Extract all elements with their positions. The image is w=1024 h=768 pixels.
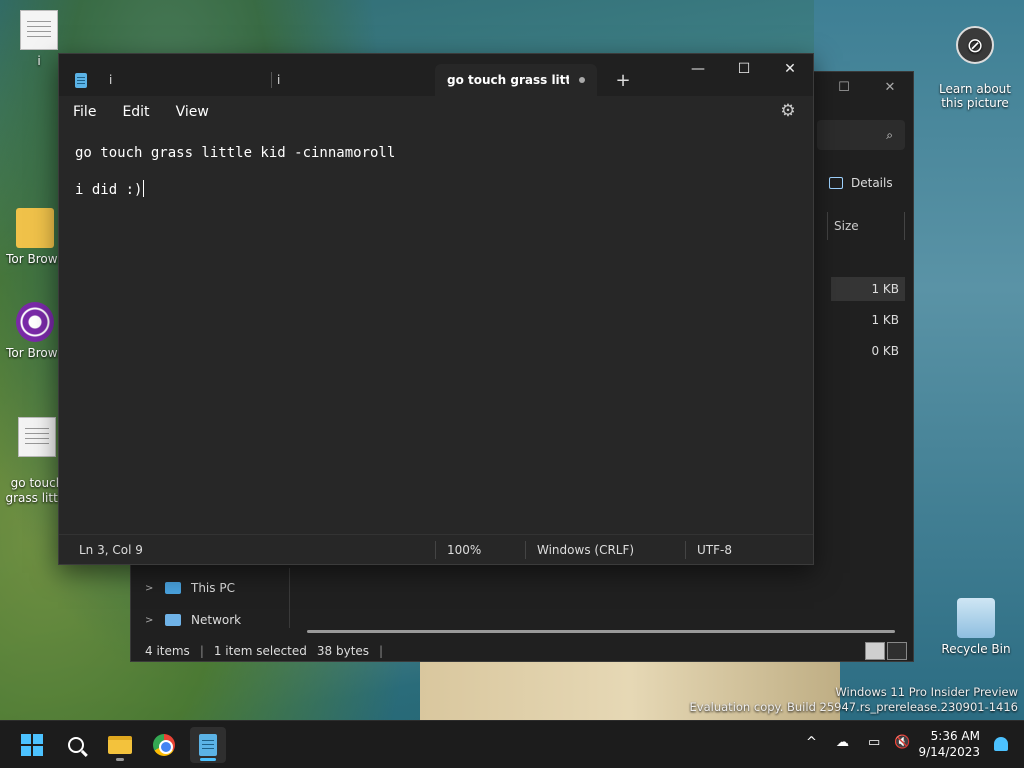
file-explorer-button[interactable] [102,727,138,763]
nav-item-label: This PC [191,581,235,595]
line-ending: Windows (CRLF) [537,543,635,557]
minimize-button[interactable]: — [675,54,721,84]
tab-i-1[interactable]: i [63,64,269,96]
camera-icon: ⊘ [956,26,994,64]
recycle-bin-label: Recycle Bin [941,642,1011,656]
desktop-icon-recycle-bin[interactable]: Recycle Bin [940,598,1012,656]
notepad-menu-bar: File Edit View [59,96,813,128]
system-clock[interactable]: 5:36 AM 9/14/2023 [918,728,980,760]
explorer-caption-buttons: ☐ ✕ [821,72,913,102]
maximize-button[interactable]: ☐ [721,54,767,84]
details-view-button[interactable] [865,642,885,660]
view-toggle [865,642,907,660]
start-icon [21,734,43,756]
menu-file[interactable]: File [73,104,96,120]
notepad-icon [199,734,217,756]
close-button[interactable]: ✕ [767,54,813,84]
network-status-icon[interactable]: ▭ [868,735,880,750]
notepad-icon [75,72,87,88]
chrome-icon [153,734,175,756]
status-item-count: 4 items [145,644,190,658]
gear-icon: ⚙ [780,101,796,121]
tab-label: i [109,73,113,87]
details-pane-icon [829,177,843,189]
chevron-up-icon[interactable]: ^ [806,735,817,750]
file-size-cell[interactable]: 0 KB [831,339,905,363]
menu-view[interactable]: View [176,104,209,120]
explorer-nav-pane: > This PC > Network [131,572,291,636]
notification-bell-icon[interactable] [994,737,1008,751]
status-selected: 1 item selected [213,644,307,658]
search-button[interactable] [58,727,94,763]
volume-muted-icon[interactable]: 🔇 [894,735,910,750]
explorer-search-box[interactable]: ⌕ [817,120,905,150]
build-watermark: Windows 11 Pro Insider Preview Evaluatio… [689,685,1018,714]
taskbar: ^ ☁ ▭ 🔇 5:36 AM 9/14/2023 [0,720,1024,768]
recycle-bin-icon [957,598,995,638]
zoom-level: 100% [447,543,482,557]
nav-item-network[interactable]: > Network [131,604,291,636]
status-bytes: 38 bytes [316,644,370,658]
text-editor[interactable]: go touch grass little kid -cinnamoroll i… [75,144,395,198]
tab-label: i [277,73,281,87]
network-icon [165,614,181,626]
cursor-position: Ln 3, Col 9 [79,543,143,557]
notepad-tab-bar: i i go touch grass little k + — ☐ ✕ [59,54,813,96]
new-tab-button[interactable]: + [611,68,635,92]
explorer-status-bar: 4 items | 1 item selected 38 bytes | [145,644,384,658]
explorer-close-button[interactable]: ✕ [867,72,913,102]
details-label: Details [851,176,893,190]
chevron-right-icon[interactable]: > [145,615,155,626]
column-header-size[interactable]: Size [827,212,905,240]
settings-button[interactable]: ⚙ [777,100,799,122]
editor-line-2 [75,162,395,180]
text-caret [143,180,145,197]
this-pc-icon [165,582,181,594]
chevron-right-icon[interactable]: > [145,583,155,594]
text-file-icon [20,10,58,50]
horizontal-scrollbar[interactable] [307,630,895,633]
editor-line-3: i did :) [75,180,145,198]
file-explorer-icon [108,736,132,754]
onedrive-icon[interactable]: ☁ [836,735,849,750]
nav-item-this-pc[interactable]: > This PC [131,572,291,604]
nav-item-label: Network [191,613,242,627]
encoding: UTF-8 [697,543,732,557]
tor-folder-icon [16,208,54,248]
search-icon: ⌕ [886,127,893,142]
clock-time: 5:36 AM [930,729,980,743]
start-button[interactable] [14,727,50,763]
chrome-button[interactable] [146,727,182,763]
clock-date: 9/14/2023 [918,745,980,759]
tor-browser-icon [16,302,54,342]
details-pane-button[interactable]: Details [829,176,893,190]
menu-edit[interactable]: Edit [122,104,149,120]
explorer-maximize-button[interactable]: ☐ [821,72,867,102]
unsaved-indicator[interactable] [579,77,585,83]
tab-label: go touch grass little k [447,73,569,87]
search-icon [68,737,84,753]
tiles-view-button[interactable] [887,642,907,660]
tab-go-touch-grass[interactable]: go touch grass little k [435,64,597,96]
file-size-cell[interactable]: 1 KB [831,308,905,332]
learn-about-label: Learn about this picture [939,82,1011,110]
learn-about-picture[interactable]: ⊘ Learn about this picture [938,12,1012,124]
notepad-status-bar: Ln 3, Col 9 100% Windows (CRLF) UTF-8 [59,534,813,564]
notepad-window[interactable]: i i go touch grass little k + — ☐ ✕ File… [58,53,814,565]
notepad-button[interactable] [190,727,226,763]
notepad-caption-buttons: — ☐ ✕ [675,54,813,84]
text-file-icon [18,417,56,457]
tab-i-2[interactable]: i [265,64,431,96]
editor-line-1: go touch grass little kid -cinnamoroll [75,145,396,161]
file-size-cell[interactable]: 1 KB [831,277,905,301]
